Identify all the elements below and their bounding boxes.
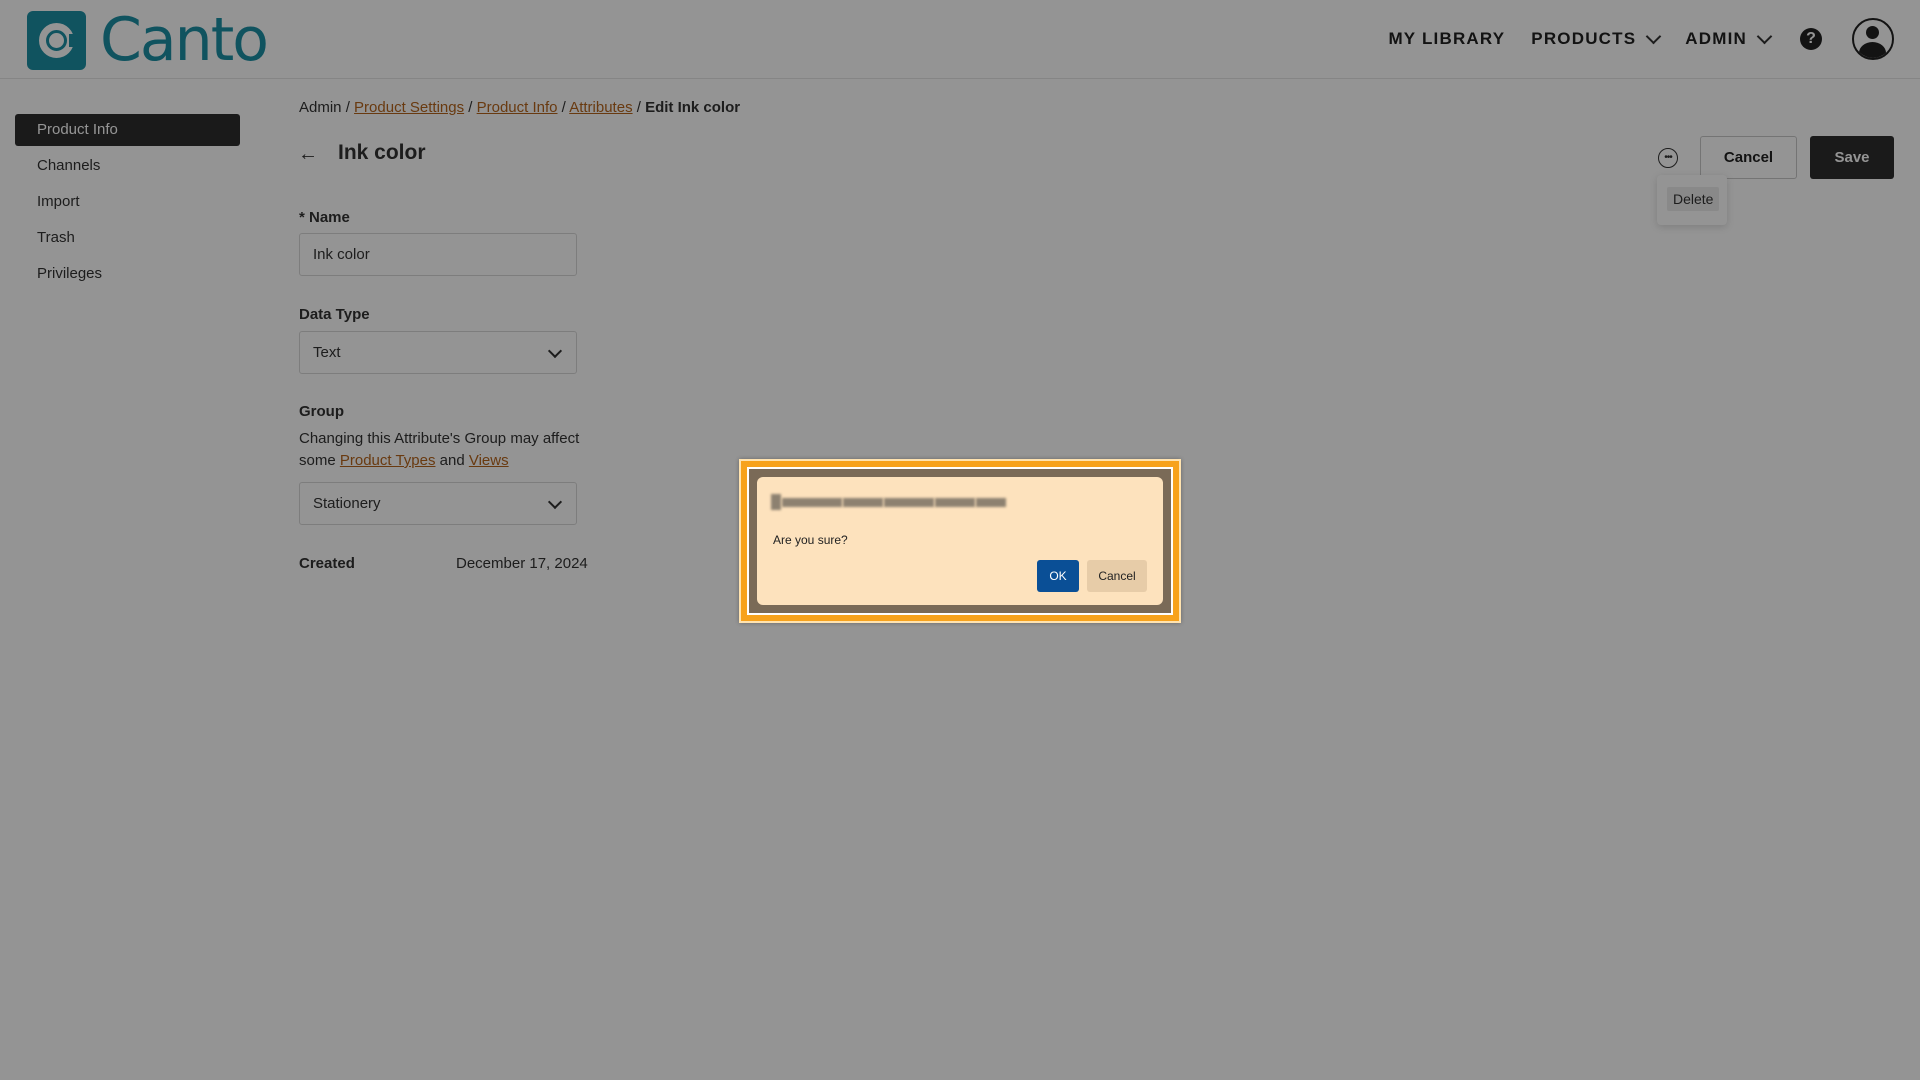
dialog-title-redacted <box>771 492 1006 512</box>
confirm-dialog-frame: Are you sure? OK Cancel <box>747 467 1173 615</box>
confirm-dialog: Are you sure? OK Cancel <box>739 459 1181 623</box>
dialog-message: Are you sure? <box>773 533 848 547</box>
dialog-ok-button[interactable]: OK <box>1037 560 1079 592</box>
dialog-cancel-button[interactable]: Cancel <box>1087 560 1147 592</box>
confirm-dialog-box: Are you sure? OK Cancel <box>757 477 1163 605</box>
